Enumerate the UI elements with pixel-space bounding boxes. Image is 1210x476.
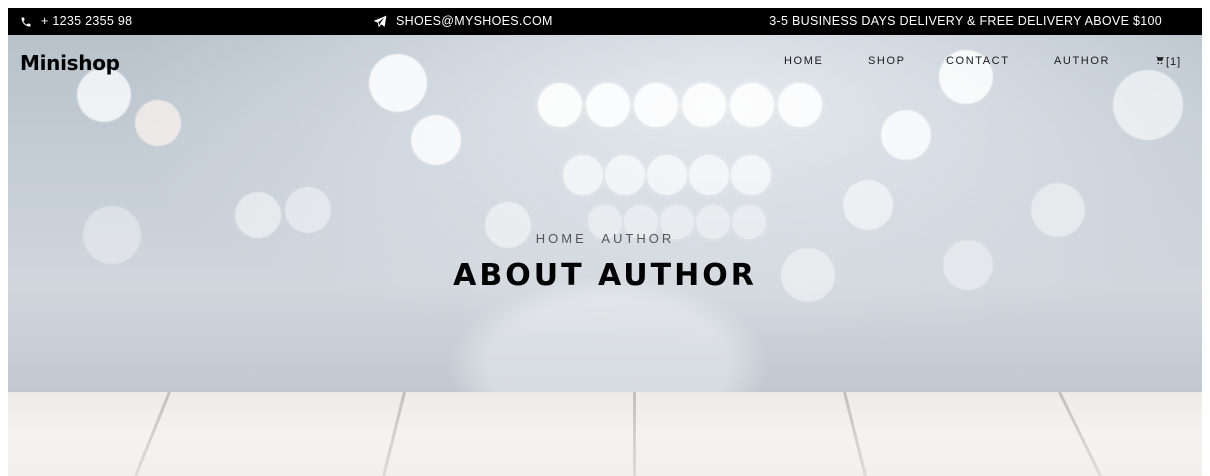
nav-shop[interactable]: SHOP [868, 55, 906, 67]
page: + 1235 2355 98 SHOES@MYSHOES.COM 3-5 BUS… [0, 0, 1210, 476]
cart-count: [1] [1166, 55, 1182, 68]
bokeh-lights [563, 155, 771, 195]
wood-plank-line [1058, 392, 1105, 476]
nav-home[interactable]: HOME [784, 55, 823, 67]
nav-contact[interactable]: CONTACT [946, 55, 1010, 67]
brand-logo[interactable]: Minishop [20, 51, 120, 75]
bokeh-lights [538, 83, 822, 127]
wood-plank-line [130, 392, 171, 476]
page-title: ABOUT AUTHOR [453, 258, 757, 293]
phone-contact[interactable]: + 1235 2355 98 [20, 8, 132, 35]
top-info-bar: + 1235 2355 98 SHOES@MYSHOES.COM 3-5 BUS… [8, 8, 1202, 35]
breadcrumb: HOME AUTHOR [8, 231, 1202, 246]
cart-icon [1154, 55, 1164, 68]
delivery-notice: 3-5 BUSINESS DAYS DELIVERY & FREE DELIVE… [769, 8, 1162, 35]
phone-icon [20, 16, 32, 28]
delivery-text: 3-5 BUSINESS DAYS DELIVERY & FREE DELIVE… [769, 14, 1162, 28]
email-address: SHOES@MYSHOES.COM [396, 14, 553, 28]
breadcrumb-author: AUTHOR [601, 231, 675, 246]
hero-banner: Minishop HOME SHOP CONTACT AUTHOR [1] HO… [8, 35, 1202, 392]
wood-plank-line [843, 392, 871, 476]
wood-plank-line [633, 392, 636, 476]
wood-plank-line [378, 392, 406, 476]
email-contact[interactable]: SHOES@MYSHOES.COM [373, 8, 553, 35]
paper-plane-icon [373, 15, 387, 28]
nav-cart[interactable]: [1] [1154, 55, 1181, 68]
phone-number: + 1235 2355 98 [41, 14, 133, 28]
nav-author[interactable]: AUTHOR [1054, 55, 1110, 67]
wood-background-section [8, 392, 1202, 476]
breadcrumb-home[interactable]: HOME [536, 231, 587, 246]
